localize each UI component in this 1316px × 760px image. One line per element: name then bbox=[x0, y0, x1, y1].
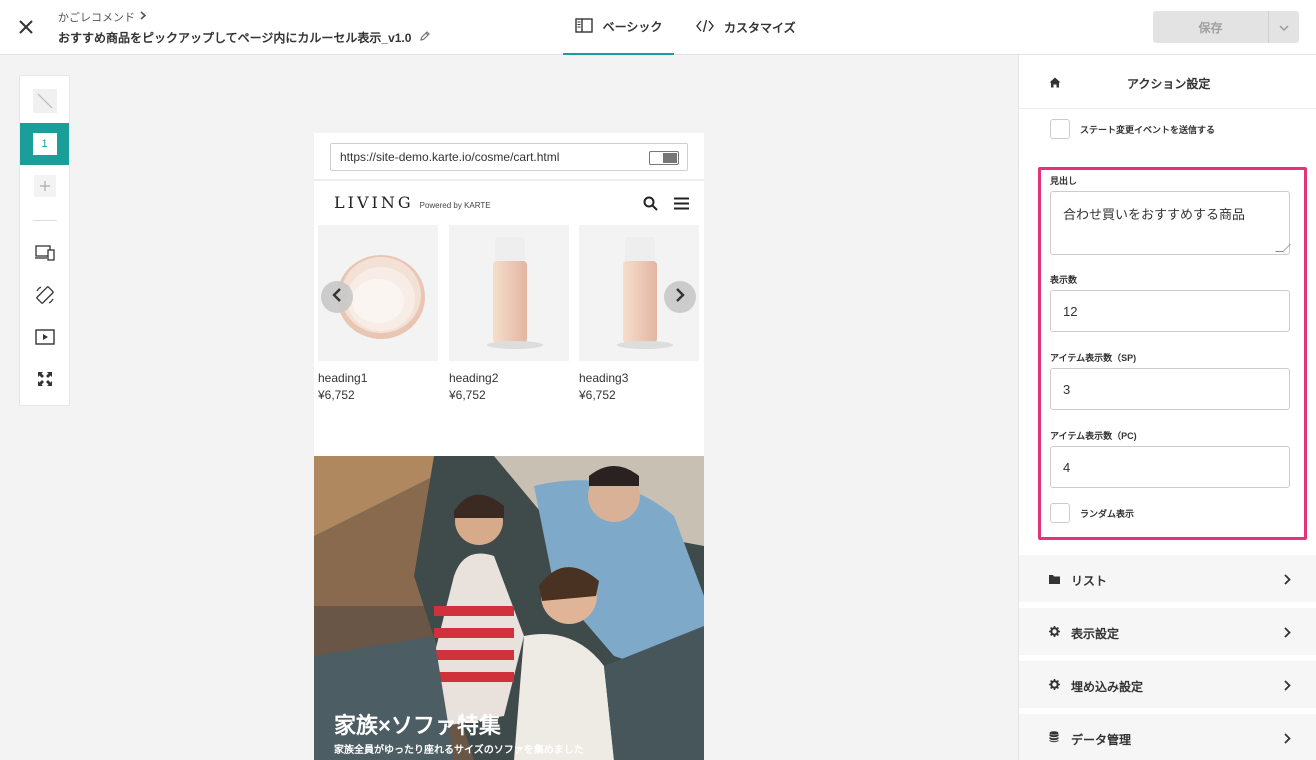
count-label: 表示数 bbox=[1050, 275, 1078, 285]
product-price: ¥6,752 bbox=[449, 388, 486, 402]
sp-count-input[interactable]: 3 bbox=[1050, 368, 1290, 410]
no-slide-icon[interactable] bbox=[20, 89, 69, 113]
random-checkbox-row[interactable]: ランダム表示 bbox=[1050, 503, 1134, 523]
random-checkbox[interactable] bbox=[1050, 503, 1070, 523]
chevron-down-icon bbox=[1279, 18, 1289, 36]
settings-panel: アクション設定 ステート変更イベントを送信する 見出し 合わせ買いをおすすめする… bbox=[1018, 55, 1316, 760]
sp-count-label: アイテム表示数（SP) bbox=[1050, 353, 1137, 363]
section-data-management[interactable]: データ管理 bbox=[1019, 711, 1316, 760]
state-event-label: ステート変更イベントを送信する bbox=[1080, 124, 1216, 135]
banner-title: 家族×ソファ特集 bbox=[334, 713, 501, 738]
rotate-icon[interactable] bbox=[20, 284, 69, 306]
tool-rail: 1 bbox=[19, 75, 70, 406]
chevron-left-icon bbox=[332, 287, 342, 308]
brand-name: LIVING bbox=[334, 193, 414, 212]
section-label: 表示設定 bbox=[1071, 627, 1120, 641]
chevron-right-icon bbox=[1284, 678, 1291, 696]
pc-count-input[interactable]: 4 bbox=[1050, 446, 1290, 488]
section-label: 埋め込み設定 bbox=[1071, 680, 1144, 694]
chevron-right-icon bbox=[1284, 731, 1291, 749]
preview-frame: https://site-demo.karte.io/cosme/cart.ht… bbox=[314, 133, 704, 760]
sp-count-value: 3 bbox=[1063, 381, 1071, 397]
divider bbox=[314, 179, 704, 181]
gear-icon bbox=[1049, 624, 1060, 642]
page-title-text: おすすめ商品をピックアップしてページ内にカルーセル表示_v1.0 bbox=[58, 31, 412, 45]
pc-count-label: アイテム表示数（PC) bbox=[1050, 431, 1137, 441]
breadcrumb[interactable]: かごレコメンド bbox=[58, 9, 147, 25]
count-value: 12 bbox=[1063, 303, 1078, 319]
search-icon[interactable] bbox=[643, 196, 658, 216]
mode-tabs: ベーシック カスタマイズ bbox=[563, 0, 806, 55]
product-name: heading2 bbox=[449, 371, 499, 385]
pencil-icon[interactable] bbox=[419, 30, 431, 45]
product-image bbox=[449, 225, 569, 361]
url-toggle[interactable] bbox=[649, 151, 679, 165]
state-event-checkbox-row[interactable]: ステート変更イベントを送信する bbox=[1050, 119, 1215, 139]
feature-banner[interactable]: 家族×ソファ特集 家族全員がゆったり座れるサイズのソファを集めました bbox=[314, 456, 704, 760]
panel-header: アクション設定 bbox=[1019, 55, 1316, 109]
close-icon[interactable] bbox=[14, 15, 38, 39]
section-label: データ管理 bbox=[1071, 733, 1132, 747]
tab-customize-label: カスタマイズ bbox=[724, 21, 796, 35]
brand-sub: Powered by KARTE bbox=[419, 201, 491, 210]
gear-icon bbox=[1049, 677, 1060, 695]
chevron-right-icon bbox=[675, 287, 685, 308]
rail-divider bbox=[33, 220, 57, 221]
section-embed-settings[interactable]: 埋め込み設定 bbox=[1019, 658, 1316, 708]
resize-grip-icon[interactable] bbox=[1275, 244, 1291, 252]
slide-number: 1 bbox=[32, 133, 57, 155]
heading-textarea[interactable]: 合わせ買いをおすすめする商品 bbox=[1050, 191, 1291, 255]
product-price: ¥6,752 bbox=[579, 388, 616, 402]
carousel-prev-button[interactable] bbox=[321, 281, 353, 313]
section-list[interactable]: リスト bbox=[1019, 552, 1316, 602]
fullscreen-icon[interactable] bbox=[20, 368, 69, 390]
random-label: ランダム表示 bbox=[1080, 508, 1135, 519]
folder-icon bbox=[1049, 571, 1060, 589]
tab-basic-label: ベーシック bbox=[602, 20, 663, 34]
product-name: heading1 bbox=[318, 371, 368, 385]
panel-title: アクション設定 bbox=[1127, 77, 1211, 91]
save-dropdown-button[interactable] bbox=[1268, 11, 1299, 43]
banner-subtitle: 家族全員がゆったり座れるサイズのソファを集めました bbox=[334, 745, 584, 756]
top-header: かごレコメンド おすすめ商品をピックアップしてページ内にカルーセル表示_v1.0… bbox=[0, 0, 1316, 55]
chevron-right-icon bbox=[139, 11, 147, 23]
home-icon[interactable] bbox=[1049, 75, 1061, 93]
tab-customize[interactable]: カスタマイズ bbox=[674, 0, 806, 55]
chevron-right-icon bbox=[1284, 572, 1291, 590]
code-icon bbox=[696, 19, 714, 36]
state-event-checkbox[interactable] bbox=[1050, 119, 1070, 139]
pc-count-value: 4 bbox=[1063, 459, 1071, 475]
site-logo: LIVING Powered by KARTE bbox=[334, 193, 491, 212]
product-name: heading3 bbox=[579, 371, 629, 385]
sidebar-layout-icon bbox=[574, 17, 593, 36]
section-display-settings[interactable]: 表示設定 bbox=[1019, 605, 1316, 655]
preview-play-icon[interactable] bbox=[20, 326, 69, 348]
count-input[interactable]: 12 bbox=[1050, 290, 1290, 332]
save-button-group: 保存 bbox=[1153, 11, 1299, 43]
add-slide-icon[interactable] bbox=[20, 175, 69, 197]
preview-url-bar[interactable]: https://site-demo.karte.io/cosme/cart.ht… bbox=[330, 143, 688, 171]
product-price: ¥6,752 bbox=[318, 388, 355, 402]
breadcrumb-label: かごレコメンド bbox=[58, 12, 135, 24]
save-button[interactable]: 保存 bbox=[1153, 11, 1268, 43]
product-card[interactable]: heading1 ¥6,752 bbox=[318, 225, 438, 402]
preview-url: https://site-demo.karte.io/cosme/cart.ht… bbox=[340, 150, 560, 164]
section-label: リスト bbox=[1071, 574, 1108, 588]
slide-1[interactable]: 1 bbox=[20, 123, 69, 165]
database-icon bbox=[1049, 730, 1059, 748]
device-switch-icon[interactable] bbox=[20, 242, 69, 264]
carousel-next-button[interactable] bbox=[664, 281, 696, 313]
product-card[interactable]: heading3 ¥6,752 bbox=[579, 225, 699, 402]
chevron-right-icon bbox=[1284, 625, 1291, 643]
heading-label: 見出し bbox=[1050, 176, 1078, 186]
page-title: おすすめ商品をピックアップしてページ内にカルーセル表示_v1.0 bbox=[58, 29, 431, 46]
product-card[interactable]: heading2 ¥6,752 bbox=[449, 225, 569, 402]
tab-basic[interactable]: ベーシック bbox=[563, 0, 674, 55]
heading-value: 合わせ買いをおすすめする商品 bbox=[1063, 207, 1246, 222]
hamburger-menu-icon[interactable] bbox=[674, 197, 689, 215]
